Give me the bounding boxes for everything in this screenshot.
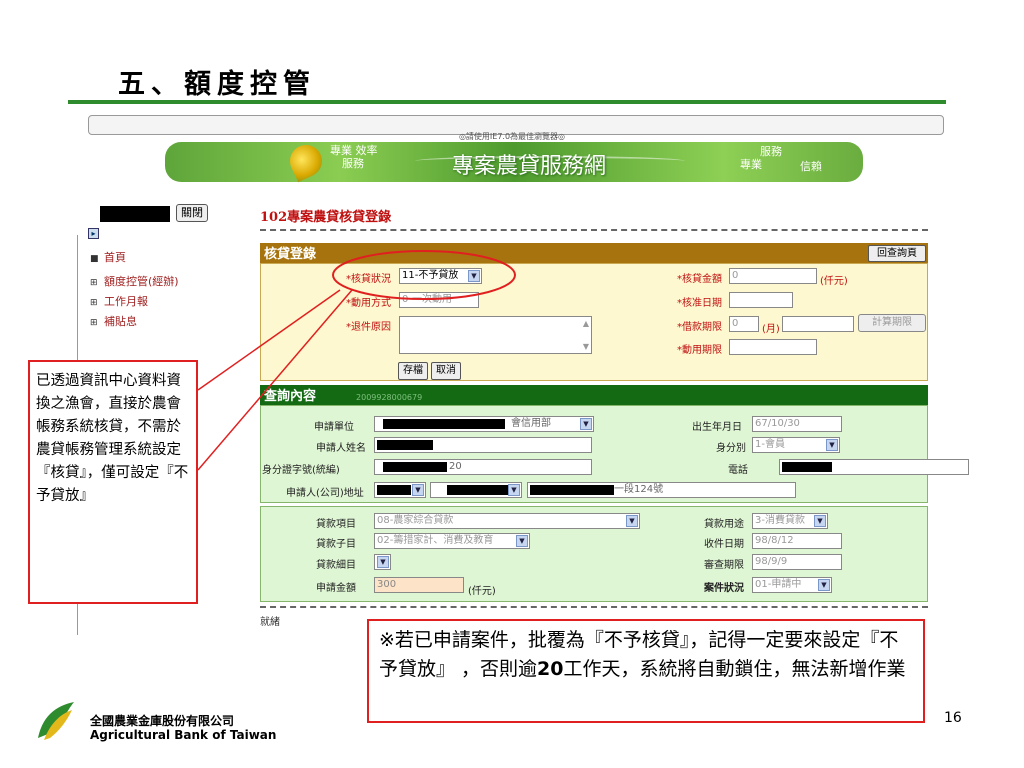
callout-left: 已透過資訊中心資料資換之漁會，直接於農會帳務系統核貸，不需於農貸帳務管理系統設定… xyxy=(28,360,198,604)
highlight-ellipse xyxy=(332,250,516,300)
pointer-line-bottom xyxy=(197,289,353,471)
bank-name-zh: 全國農業金庫股份有限公司 xyxy=(90,714,235,728)
bank-logo-icon xyxy=(38,702,74,740)
callout-bottom: ※若已申請案件，批覆為『不予核貸』，記得一定要來設定『不予貸放』 ，否則逾20工… xyxy=(367,619,925,723)
pointer-line-top xyxy=(197,289,341,391)
bank-name-en: Agricultural Bank of Taiwan xyxy=(90,728,277,742)
callout-bottom-bold: 20 xyxy=(537,658,564,680)
page-number: 16 xyxy=(944,710,962,726)
callout-bottom-text2: 工作天，系統將自動鎖住，無法新增作業 xyxy=(563,658,906,680)
